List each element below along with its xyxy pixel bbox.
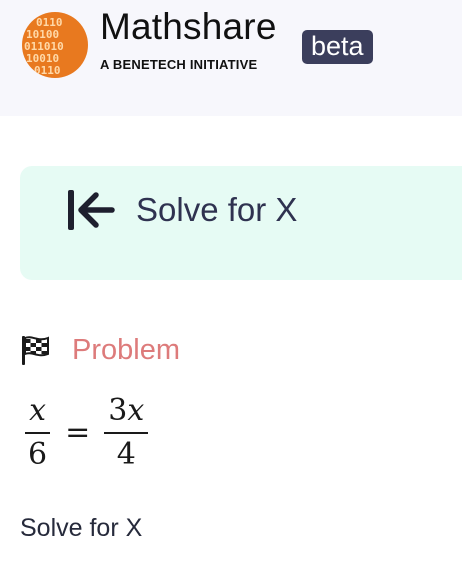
right-numerator-coefficient: 3 (108, 393, 128, 428)
arrow-left-to-bar-icon (68, 190, 115, 230)
problem-heading: Problem (20, 330, 180, 370)
right-denominator: 4 (116, 437, 136, 472)
back-button[interactable] (66, 188, 116, 232)
app-header: 0110 10100 011010 10010 0110 Mathshare A… (0, 0, 462, 116)
problem-title-banner: Solve for X (20, 166, 462, 280)
left-fraction: x 6 (24, 392, 51, 474)
right-numerator-variable: x (127, 393, 145, 428)
right-numerator: 3x (104, 392, 149, 434)
binary-digits-circle-icon[interactable]: 0110 10100 011010 10010 0110 (22, 12, 88, 78)
problem-text: Solve for X (20, 514, 143, 542)
page-title: Solve for X (136, 191, 298, 228)
equals-sign: = (65, 415, 91, 450)
svg-text:0110: 0110 (34, 64, 61, 77)
problem-label: Problem (72, 334, 180, 366)
left-denominator: 6 (28, 437, 48, 472)
checkered-flag-icon (22, 336, 49, 365)
beta-badge: beta (302, 30, 373, 64)
brand-tagline: A BENETECH INITIATIVE (100, 57, 258, 72)
brand-name: Mathshare (100, 6, 277, 47)
problem-equation: x 6 = 3x 4 (24, 388, 149, 478)
right-fraction: 3x 4 (104, 392, 149, 474)
left-numerator: x (25, 392, 50, 434)
